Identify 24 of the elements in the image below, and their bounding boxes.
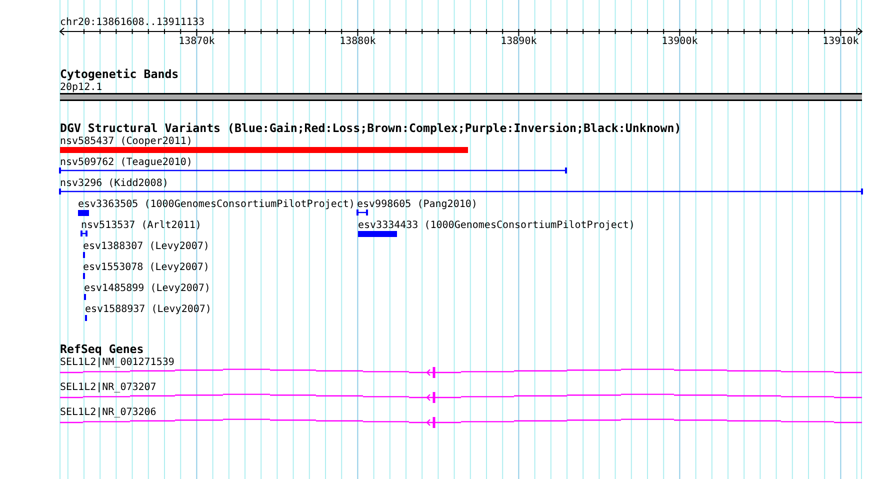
feature-label: esv998605 (Pang2010)	[357, 199, 478, 210]
feature-label: esv1553078 (Levy2007)	[83, 262, 210, 273]
feature-label: nsv3296 (Kidd2008)	[60, 178, 168, 189]
feature-label: nsv585437 (Cooper2011)	[60, 136, 192, 147]
feature-label: nsv509762 (Teague2010)	[60, 157, 192, 168]
feature-label: esv3334433 (1000GenomesConsortiumPilotProject)	[358, 220, 635, 231]
feature-label: 20p12.1	[60, 82, 102, 93]
tick-label: 13890k	[500, 36, 537, 47]
locus-label: chr20:13861608..13911133	[60, 17, 204, 28]
feature-label: nsv513537 (Arlt2011)	[81, 220, 202, 231]
track-title: DGV Structural Variants (Blue:Gain;Red:Loss;Brown:Complex;Purple:Inversion;Black:Unknown)	[60, 121, 682, 135]
tick-label: 13880k	[340, 36, 376, 47]
feature-label: esv1388307 (Levy2007)	[83, 241, 210, 252]
track-title: RefSeq Genes	[60, 342, 144, 356]
tick-label: 13870k	[178, 36, 215, 47]
feature-label: SEL1L2|NM_001271539	[60, 357, 174, 368]
tick-label: 13910k	[822, 36, 859, 47]
feature-label: esv3363505 (1000GenomesConsortiumPilotProject)	[78, 199, 355, 210]
tick-label: 13900k	[662, 36, 698, 47]
feature-label: esv1485899 (Levy2007)	[84, 283, 210, 294]
track-title: Cytogenetic Bands	[60, 67, 179, 81]
feature-label: esv1588937 (Levy2007)	[85, 304, 212, 315]
feature-label: SEL1L2|NR_073207	[60, 382, 156, 393]
feature-label: SEL1L2|NR_073206	[60, 407, 156, 418]
